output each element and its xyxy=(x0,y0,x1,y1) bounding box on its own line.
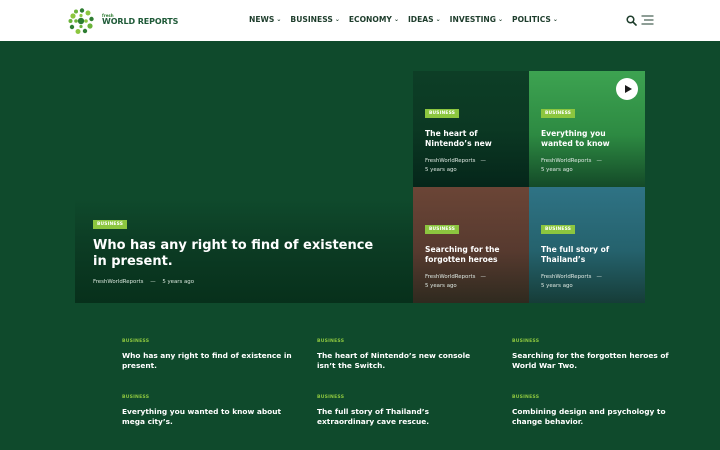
main-nav: NEWS ⌄ BUSINESS ⌄ ECONOMY ⌄ IDEAS ⌄ INVESTIN… xyxy=(249,15,567,24)
hero-meta: FreshWorldReports — 5 years ago xyxy=(93,279,194,285)
category-badge[interactable]: BUSINESS xyxy=(425,109,460,118)
category-badge[interactable]: BUSINESS xyxy=(541,225,576,234)
chevron-down-icon: ⌄ xyxy=(497,16,504,23)
article-title[interactable]: Searching for the forgotten heroes of Wo… xyxy=(512,351,682,370)
tile-author-line: FreshWorldReports — xyxy=(541,274,602,280)
article-title[interactable]: The full story of Thailand’s extraordina… xyxy=(317,407,487,426)
category-label[interactable]: BUSINESS xyxy=(512,339,682,344)
tile-title[interactable]: Searching for the forgotten heroes xyxy=(425,245,521,264)
article-title[interactable]: Combining design and psychology to chang… xyxy=(512,407,682,426)
meta-separator: — xyxy=(596,158,602,164)
nav-label: BUSINESS xyxy=(290,15,333,24)
search-icon[interactable] xyxy=(626,15,637,26)
list-item[interactable]: BUSINESS The full story of Thailand’s ex… xyxy=(317,395,487,426)
nav-item-news[interactable]: NEWS ⌄ xyxy=(249,15,281,24)
category-label[interactable]: BUSINESS xyxy=(317,395,487,400)
logo-text[interactable]: WORLD REPORTS xyxy=(102,17,178,26)
featured-tile[interactable]: BUSINESS The heart of Nintendo’s new Fre… xyxy=(413,71,529,187)
category-label[interactable]: BUSINESS xyxy=(122,339,292,344)
tile-author-line: FreshWorldReports — xyxy=(425,274,486,280)
post-time: 5 years ago xyxy=(541,167,573,173)
nav-item-ideas[interactable]: IDEAS ⌄ xyxy=(408,15,441,24)
list-item[interactable]: BUSINESS Combining design and psychology… xyxy=(512,395,682,426)
post-time: 5 years ago xyxy=(162,279,195,285)
chevron-down-icon: ⌄ xyxy=(552,16,558,23)
meta-separator: — xyxy=(596,274,602,280)
author-link[interactable]: FreshWorldReports xyxy=(541,274,591,280)
author-link[interactable]: FreshWorldReports xyxy=(425,274,475,280)
hero-title[interactable]: Who has any right to find of existence i… xyxy=(93,238,383,270)
category-label[interactable]: BUSINESS xyxy=(512,395,682,400)
nav-label: NEWS xyxy=(249,15,275,24)
tile-author-line: FreshWorldReports — xyxy=(541,158,602,164)
list-item[interactable]: BUSINESS Everything you wanted to know a… xyxy=(122,395,292,426)
category-badge[interactable]: BUSINESS xyxy=(425,225,460,234)
chevron-down-icon: ⌄ xyxy=(276,16,282,23)
play-button[interactable] xyxy=(616,78,638,100)
featured-tile[interactable]: BUSINESS Everything you wanted to know F… xyxy=(529,71,645,187)
article-title[interactable]: Who has any right to find of existence i… xyxy=(122,351,292,370)
author-link[interactable]: FreshWorldReports xyxy=(425,158,475,164)
category-label[interactable]: BUSINESS xyxy=(317,339,487,344)
post-time: 5 years ago xyxy=(425,167,457,173)
featured-tile[interactable]: BUSINESS Searching for the forgotten her… xyxy=(413,187,529,303)
nav-item-economy[interactable]: ECONOMY ⌄ xyxy=(349,15,399,24)
post-time: 5 years ago xyxy=(541,283,573,289)
chevron-down-icon: ⌄ xyxy=(334,16,340,23)
nav-item-business[interactable]: BUSINESS ⌄ xyxy=(290,15,339,24)
tile-title[interactable]: The full story of Thailand’s xyxy=(541,245,637,264)
category-badge[interactable]: BUSINESS xyxy=(541,109,576,118)
author-link[interactable]: FreshWorldReports xyxy=(93,279,143,285)
list-item[interactable]: BUSINESS Searching for the forgotten her… xyxy=(512,339,682,370)
meta-separator: — xyxy=(480,158,486,164)
chevron-down-icon: ⌄ xyxy=(393,16,399,23)
nav-label: ECONOMY xyxy=(348,15,392,24)
list-item[interactable]: BUSINESS The heart of Nintendo’s new con… xyxy=(317,339,487,370)
article-title[interactable]: The heart of Nintendo’s new console isn’… xyxy=(317,351,487,370)
article-title[interactable]: Everything you wanted to know about mega… xyxy=(122,407,292,426)
nav-label: POLITICS xyxy=(512,15,551,24)
featured-tile[interactable]: BUSINESS The full story of Thailand’s Fr… xyxy=(529,187,645,303)
tile-title[interactable]: Everything you wanted to know xyxy=(541,129,637,148)
play-icon xyxy=(625,84,632,93)
post-time: 5 years ago xyxy=(425,283,457,289)
author-link[interactable]: FreshWorldReports xyxy=(541,158,591,164)
list-item[interactable]: BUSINESS Who has any right to find of ex… xyxy=(122,339,292,370)
tile-title[interactable]: The heart of Nintendo’s new xyxy=(425,129,521,148)
hamburger-menu-icon[interactable] xyxy=(641,15,654,25)
meta-separator: — xyxy=(150,279,156,285)
meta-separator: — xyxy=(480,274,486,280)
category-label[interactable]: BUSINESS xyxy=(122,395,292,400)
globe-logo-icon[interactable] xyxy=(67,7,95,35)
nav-label: INVESTING xyxy=(449,15,496,24)
nav-label: IDEAS xyxy=(407,15,434,24)
site-header: fresh WORLD REPORTS NEWS ⌄ BUSINESS ⌄ ECON… xyxy=(0,0,720,41)
tile-author-line: FreshWorldReports — xyxy=(425,158,486,164)
nav-item-politics[interactable]: POLITICS ⌄ xyxy=(512,15,558,24)
category-badge[interactable]: BUSINESS xyxy=(93,220,128,229)
nav-item-investing[interactable]: INVESTING ⌄ xyxy=(450,15,503,24)
chevron-down-icon: ⌄ xyxy=(435,16,441,23)
hero-article[interactable]: BUSINESS Who has any right to find of ex… xyxy=(75,71,413,303)
